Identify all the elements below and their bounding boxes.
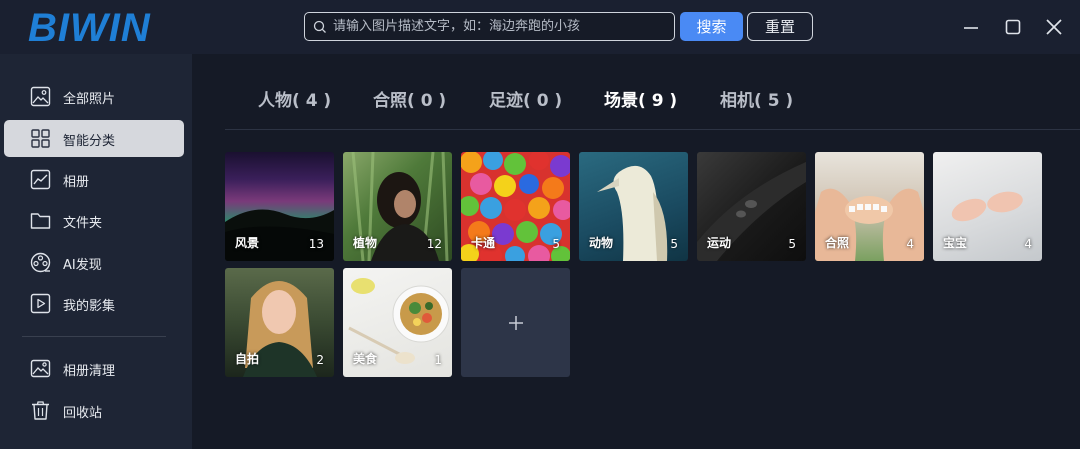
search-input[interactable] [327,13,674,40]
minimize-button[interactable] [958,14,984,40]
category-tile-sports[interactable]: 运动 5 [697,152,806,261]
add-category-button[interactable] [461,268,570,377]
category-tile-scenery[interactable]: 风景 13 [225,152,334,261]
tile-count: 5 [788,237,796,251]
tile-count: 4 [906,237,914,251]
tile-count: 4 [1024,237,1032,251]
tabs-divider [225,129,1080,130]
minimize-icon [964,27,978,29]
play-icon [30,293,51,314]
tile-name: 植物 [353,236,378,250]
category-tile-food[interactable]: 美食 1 [343,268,452,377]
category-tile-baby[interactable]: 宝宝 4 [933,152,1042,261]
tile-name: 风景 [235,236,260,250]
tab-scene[interactable]: 场景( 9 ) [604,86,677,111]
tile-name: 自拍 [235,352,260,366]
category-tile-animals[interactable]: 动物 5 [579,152,688,261]
tile-count: 13 [308,237,324,251]
sidebar-item-label: 相册清理 [63,364,116,379]
tile-count: 1 [434,353,442,367]
category-tile-selfie[interactable]: 自拍 2 [225,268,334,377]
image-clean-icon [30,359,51,378]
category-tile-cartoon[interactable]: 卡通 5 [461,152,570,261]
sidebar-item-ai-discover[interactable]: AI发现 [4,244,184,281]
category-tile-group-photo[interactable]: 合照 4 [815,152,924,261]
tile-count: 12 [426,237,442,251]
title-bar: BIWIN 搜索 重置 [0,0,1080,54]
sidebar-item-folder[interactable]: 文件夹 [4,202,184,239]
tile-count: 5 [552,237,560,251]
search-box[interactable] [304,12,675,41]
sidebar: 全部照片 智能分类 相册 文件夹 AI发现 我的影集 相册清理 回收站 [0,54,192,449]
film-reel-icon [30,252,51,273]
maximize-button[interactable] [1000,14,1026,40]
sidebar-item-album[interactable]: 相册 [4,161,184,198]
sidebar-item-label: 文件夹 [63,216,103,231]
tile-count: 5 [670,237,678,251]
tab-people[interactable]: 人物( 4 ) [258,86,331,111]
sidebar-item-label: 智能分类 [63,134,116,149]
tab-group-photo[interactable]: 合照( 0 ) [373,86,446,111]
sidebar-item-my-collection[interactable]: 我的影集 [4,285,184,322]
category-tile-plants[interactable]: 植物 12 [343,152,452,261]
close-icon [1046,19,1062,35]
trash-icon [32,401,49,420]
search-button[interactable]: 搜索 [680,12,743,41]
sidebar-divider [22,336,166,337]
sidebar-item-label: 全部照片 [63,92,116,107]
album-chart-icon [30,169,51,190]
tab-footprint[interactable]: 足迹( 0 ) [489,86,562,111]
category-tabs: 人物( 4 ) 合照( 0 ) 足迹( 0 ) 场景( 9 ) 相机( 5 ) [225,78,1080,118]
sidebar-item-smart-category[interactable]: 智能分类 [4,120,184,157]
app-logo: BIWIN [28,6,151,50]
tile-name: 动物 [589,236,614,250]
tile-name: 运动 [707,236,732,250]
photo-icon [30,86,51,107]
maximize-icon [1005,19,1021,35]
grid-icon [31,129,50,148]
plus-icon [508,315,523,330]
sidebar-item-label: AI发现 [63,258,102,273]
tile-name: 卡通 [471,236,496,250]
sidebar-item-album-cleanup[interactable]: 相册清理 [4,350,184,387]
sidebar-item-all-photos[interactable]: 全部照片 [4,78,184,115]
sidebar-item-recycle-bin[interactable]: 回收站 [4,392,184,429]
tab-camera[interactable]: 相机( 5 ) [720,86,793,111]
sidebar-item-label: 回收站 [63,406,103,421]
folder-icon [30,213,51,229]
sidebar-item-label: 相册 [63,175,90,190]
tile-name: 宝宝 [943,236,968,250]
tile-count: 2 [316,353,324,367]
tile-name: 美食 [353,352,378,366]
reset-button[interactable]: 重置 [747,12,813,41]
tile-name: 合照 [825,236,850,250]
sidebar-item-label: 我的影集 [63,299,116,314]
search-icon [313,20,326,33]
close-button[interactable] [1041,14,1067,40]
